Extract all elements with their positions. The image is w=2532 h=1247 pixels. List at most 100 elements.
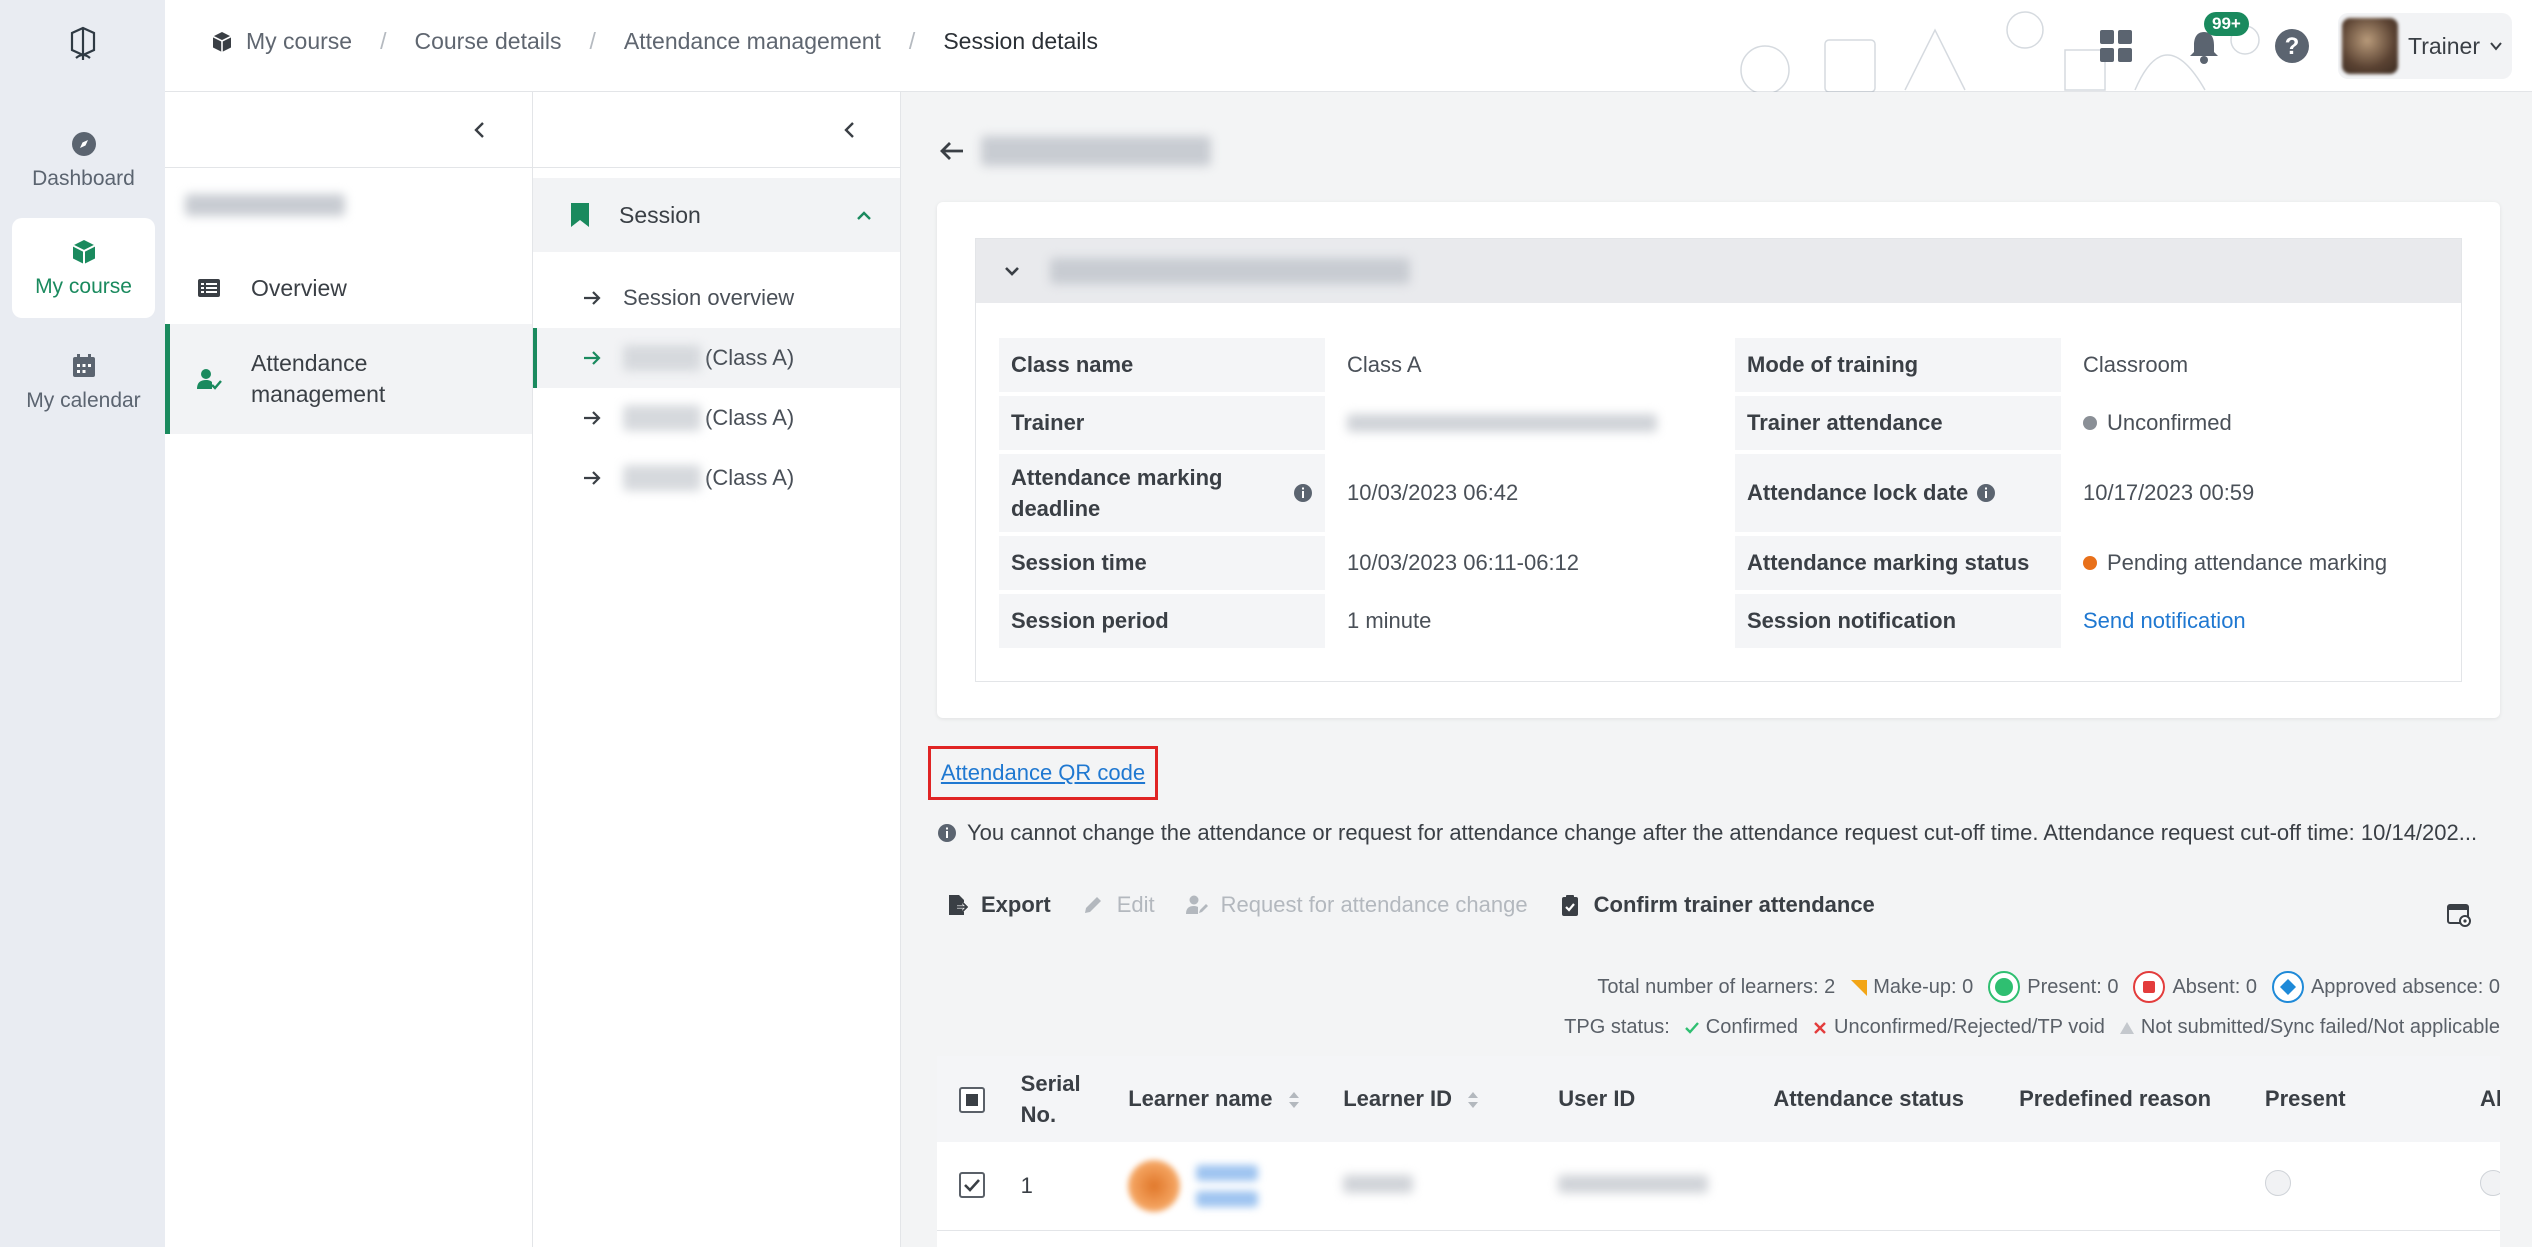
session-item[interactable]: (Class A) [533,388,900,448]
user-id-cell [1546,1142,1762,1231]
select-all-checkbox[interactable] [959,1086,985,1113]
absent-radio[interactable] [2479,1169,2500,1196]
absent-cell [2467,1142,2500,1231]
request-change-button[interactable]: Request for attendance change [1185,892,1528,918]
absent-count: Absent: 0 [2132,970,2257,1004]
avatar [1128,1159,1181,1212]
rail-my-calendar-label: My calendar [26,389,141,412]
learners-table-container: Serial No. Learner name Learner ID User … [937,1056,2500,1247]
rail-my-calendar[interactable]: My calendar [12,332,155,432]
tpg-status-legend: TPG status: Confirmed Unconfirmed/Reject… [1564,1016,2500,1039]
edit-label: Edit [1116,892,1155,917]
learner-name-cell [1116,1142,1332,1231]
present-radio[interactable] [2264,1169,2291,1196]
breadcrumb-course-details[interactable]: Course details [414,28,561,55]
session-code-redacted [1050,258,1410,284]
session-period-label: Session period [999,594,1325,648]
rail-my-course[interactable]: My course [12,218,155,318]
session-group-header[interactable]: Session [533,178,900,252]
present-status-icon [1988,971,2021,1003]
confirm-trainer-attendance-button[interactable]: Confirm trainer attendance [1558,892,1875,918]
header-learner-id[interactable]: Learner ID [1331,1056,1546,1142]
collapse-panel-icon[interactable] [468,118,492,142]
learner-id-cell [1331,1142,1547,1231]
export-label: Export [981,892,1051,917]
compass-icon [71,132,96,156]
breadcrumb-my-course[interactable]: My course [246,28,352,55]
info-icon[interactable] [1293,483,1313,503]
session-nav-panel: Session Session overview (Class A) (Clas… [533,92,901,1247]
send-notification-link[interactable]: Send notification [2083,608,2246,634]
session-notification-value: Send notification [2061,594,2421,648]
trainer-label: Trainer [999,396,1325,450]
learner-name-redacted[interactable] [1196,1190,1259,1207]
learner-name-redacted[interactable] [1196,1164,1259,1181]
nav-attendance-management[interactable]: Attendance management [165,324,532,434]
user-check-icon [197,369,222,390]
clipboard-check-icon [1561,895,1578,916]
trainer-name-redacted [1347,414,1657,432]
page-header [937,136,1211,166]
notification-badge: 99+ [2204,12,2249,36]
header-learner-name[interactable]: Learner name [1116,1056,1331,1142]
attendance-qr-code-link[interactable]: Attendance QR code [941,760,1145,786]
tpg-status-label: TPG status: [1564,1016,1670,1038]
table-row[interactable]: 1 [937,1142,2500,1231]
info-icon [938,824,956,842]
rail-dashboard[interactable]: Dashboard [12,110,155,210]
app-grid-icon[interactable] [2098,28,2134,64]
mode-of-training-value: Classroom [2083,352,2189,377]
breadcrumb: My course / Course details / Attendance … [210,28,1098,55]
row-checkbox[interactable] [959,1171,985,1198]
breadcrumb-attendance-management[interactable]: Attendance management [624,28,881,55]
session-overview-item[interactable]: Session overview [533,268,900,328]
avatar [2342,18,2398,74]
session-name-redacted [623,405,701,431]
course-nav-panel: Overview Attendance management [165,92,533,1247]
arrow-right-icon [584,471,601,485]
session-item[interactable]: (Class A) [533,448,900,508]
back-arrow-icon[interactable] [937,136,967,166]
breadcrumb-separator: / [908,28,916,54]
class-name-label: Class name [999,338,1325,392]
cube-icon [212,31,232,52]
column-settings-icon[interactable] [2446,902,2472,928]
session-info-header[interactable] [976,239,2461,303]
header-learner-id-text: Learner ID [1343,1086,1453,1111]
nav-overview[interactable]: Overview [165,252,532,324]
marking-status-label: Attendance marking status [1735,536,2061,590]
main-content: Class name Class A Mode of training Clas… [901,92,2532,1247]
bookmark-icon [571,203,589,227]
session-time-value: 10/03/2023 06:11-06:12 [1347,550,1580,575]
chevron-down-icon [2490,42,2502,51]
status-dot [2083,416,2097,430]
notifications-button[interactable]: 99+ [2184,12,2249,66]
collapse-panel-icon[interactable] [838,118,862,142]
tpg-confirmed-text: Confirmed [1705,1016,1799,1038]
learner-id-redacted [1343,1174,1414,1193]
svg-text:?: ? [2285,33,2300,60]
export-button[interactable]: Export [945,892,1051,918]
header-attendance-status: Attendance status [1773,1086,1965,1111]
trainer-value [1325,396,1735,450]
approved-absence-text: Approved absence: 0 [2310,975,2500,998]
export-icon [949,895,969,915]
help-icon[interactable]: ? [2272,26,2312,66]
select-all-header [937,1056,1009,1142]
session-period-value: 1 minute [1347,608,1432,633]
lock-date-label-cell: Attendance lock date [1735,454,2061,532]
user-id-redacted [1558,1174,1709,1193]
attendance-summary: Total number of learners: 2 Make-up: 0 P… [1597,970,2500,1004]
app-logo-icon[interactable] [62,22,104,64]
serial-no-cell: 1 [1008,1142,1117,1231]
header-learner-name-text: Learner name [1128,1086,1273,1111]
warning-triangle-icon [2119,1021,2134,1034]
session-item[interactable]: (Class A) [533,328,900,388]
table-header-row: Serial No. Learner name Learner ID User … [937,1056,2500,1142]
user-menu[interactable]: Trainer [2338,13,2512,79]
session-time-label: Session time [999,536,1325,590]
info-icon[interactable] [1976,483,1996,503]
session-info-card: Class name Class A Mode of training Clas… [937,202,2500,718]
edit-button[interactable]: Edit [1081,892,1155,918]
makeup-count: Make-up: 0 [1849,976,1973,999]
